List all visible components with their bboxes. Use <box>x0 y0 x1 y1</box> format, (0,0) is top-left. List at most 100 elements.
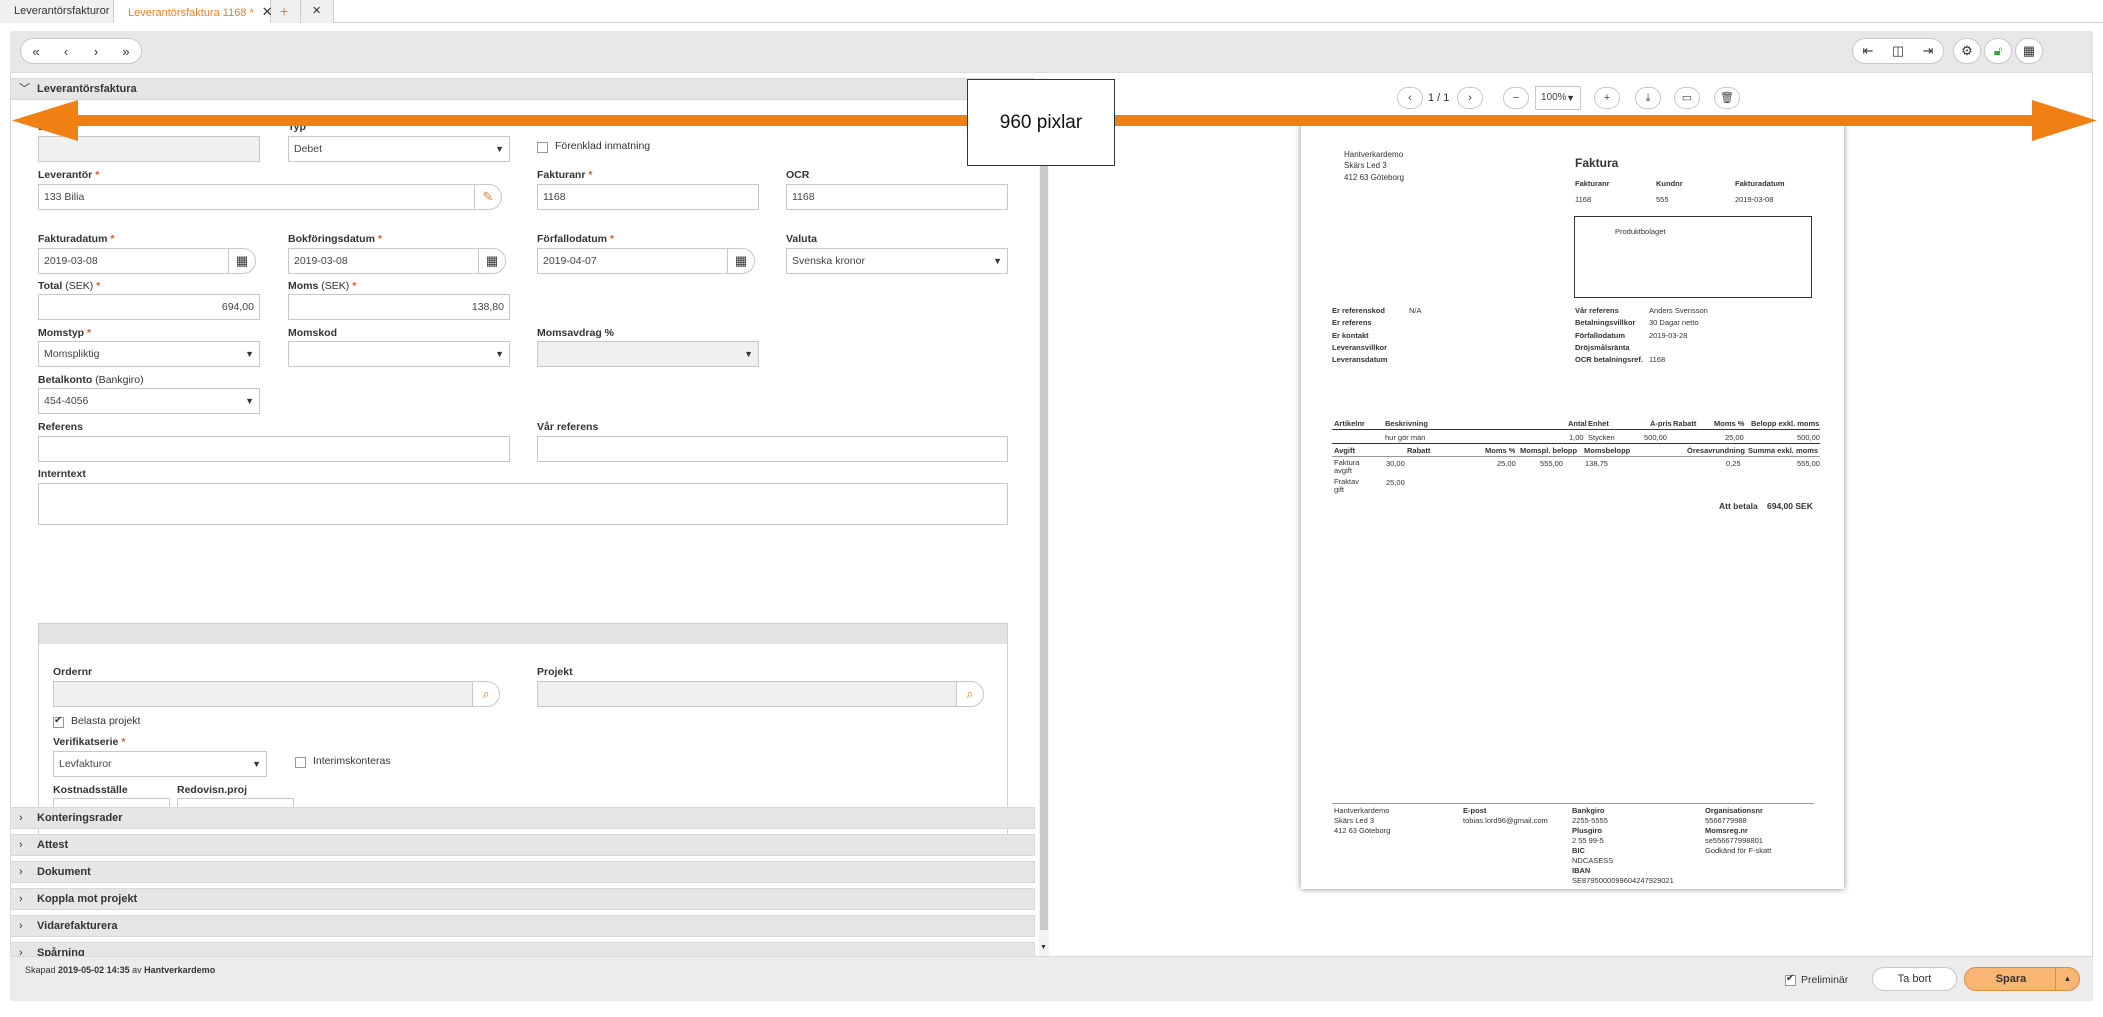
momskod-select[interactable]: ▼ <box>288 341 510 367</box>
label-text: Moms <box>288 280 319 292</box>
valuta-select[interactable]: Svenska kronor ▼ <box>786 248 1008 274</box>
delete-button[interactable]: Ta bort <box>1872 967 1957 991</box>
invoice-preview: Hantverkardemo Skärs Led 3 412 63 Götebo… <box>1301 124 1844 889</box>
momsavdrag-select: ▼ <box>537 341 759 367</box>
fee-cell: Faktura avgift <box>1334 458 1360 475</box>
calendar-icon[interactable]: ▦ <box>228 248 256 274</box>
fakturadatum-label: Fakturadatum * <box>38 233 114 245</box>
ocr-field[interactable]: 1168 <box>786 184 1008 210</box>
collapse-left-icon[interactable]: ⇤ <box>1853 43 1883 59</box>
caret-down-icon: ▼ <box>252 759 261 769</box>
lock-icon[interactable]: 🔓︎ <box>1984 38 2012 64</box>
foot-label: E-post <box>1463 806 1487 815</box>
building-icon[interactable]: ▦ <box>2015 38 2043 64</box>
var-referens-field[interactable] <box>537 436 1008 462</box>
kostnadsstalle-label: Kostnadsställe <box>53 784 128 796</box>
scroll-down-icon[interactable]: ▼ <box>1040 944 1047 951</box>
total-due-label: Att betala <box>1719 501 1758 511</box>
fakturanr-field[interactable]: 1168 <box>537 184 759 210</box>
ref-label: OCR betalningsref. <box>1575 355 1643 364</box>
total-due-value: 694,00 SEK <box>1767 501 1813 511</box>
ref-value: 1168 <box>1649 355 1666 364</box>
col-header: Belopp exkl. moms <box>1751 419 1820 428</box>
fee-header: Öresavrundning <box>1687 446 1745 455</box>
section-koppla-mot-projekt[interactable]: › Koppla mot projekt <box>10 888 1035 910</box>
invoice-form-panel: ﹀Leverantörsfaktura Löpnr Typ Debet▼ För… <box>10 78 1035 958</box>
ref-label: Leveransvillkor <box>1332 343 1388 352</box>
first-record-icon[interactable]: « <box>21 44 51 59</box>
foot-label: Plusgiro <box>1572 826 1603 835</box>
fee-cell: 0,25 <box>1726 459 1741 468</box>
section-dokument[interactable]: › Dokument <box>10 861 1035 883</box>
referens-label: Referens <box>38 421 83 433</box>
ocr-label: OCR <box>786 169 810 181</box>
calendar-icon[interactable]: ▦ <box>727 248 755 274</box>
required-marker: * <box>96 280 101 292</box>
foot-text: 2 55 99-5 <box>1572 836 1604 845</box>
verifikatserie-select[interactable]: Levfakturor ▼ <box>53 751 267 777</box>
section-title: Konteringsrader <box>37 812 123 824</box>
preliminar-checkbox[interactable] <box>1785 973 1796 986</box>
gear-icon[interactable]: ⚙ <box>1953 38 1981 64</box>
label-text: Fakturadatum <box>38 233 108 245</box>
var-referens-label: Vår referens <box>537 421 599 433</box>
foot-text: NDCASESS <box>1572 856 1614 865</box>
ref-label: Er referens <box>1332 318 1372 327</box>
caret-down-icon: ▼ <box>744 349 753 359</box>
belasta-projekt-checkbox[interactable] <box>53 715 64 728</box>
belasta-projekt-label: Belasta projekt <box>71 715 141 727</box>
recipient-name: Produktbolaget <box>1615 227 1666 236</box>
tab-leverantorsfaktura-1168[interactable]: Leverantörsfaktura 1168 * ✕ <box>114 0 273 23</box>
section-konteringsrader[interactable]: › Konteringsrader <box>10 807 1035 829</box>
close-all-tabs-button[interactable]: ✕ <box>301 0 334 23</box>
interntext-textarea[interactable] <box>38 483 1008 525</box>
row-cell: 500,00 <box>1797 433 1820 442</box>
verifikatserie-value: Levfakturor <box>59 758 112 770</box>
search-icon[interactable]: ⌕ <box>472 681 500 707</box>
collapse-right-icon[interactable]: ⇥ <box>1913 43 1943 59</box>
next-record-icon[interactable]: › <box>81 44 111 59</box>
hdr-kundnr-value: 555 <box>1656 195 1669 204</box>
fakturadatum-field[interactable]: 2019-03-08 <box>38 248 230 274</box>
col-header: Antal <box>1568 419 1587 428</box>
betalkonto-select[interactable]: 454-4056 ▼ <box>38 388 260 414</box>
foot-text: Hantverkardemo <box>1334 806 1390 815</box>
calendar-icon[interactable]: ▦ <box>478 248 506 274</box>
ref-value: N/A <box>1409 306 1422 315</box>
fee-header: Rabatt <box>1407 446 1431 455</box>
section-title: Dokument <box>37 866 91 878</box>
new-tab-button[interactable]: + <box>271 0 301 23</box>
momstyp-label: Momstyp * <box>38 327 91 339</box>
close-icon: ✕ <box>312 5 322 17</box>
referens-field[interactable] <box>38 436 510 462</box>
search-icon[interactable]: ⌕ <box>956 681 984 707</box>
total-field[interactable]: 694,00 <box>38 294 260 320</box>
interimskonteras-checkbox[interactable] <box>295 757 306 768</box>
section-vidarefakturera[interactable]: › Vidarefakturera <box>10 915 1035 937</box>
foot-label: IBAN <box>1572 866 1591 875</box>
section-attest[interactable]: › Attest <box>10 834 1035 856</box>
split-view-icon[interactable]: ◫ <box>1883 43 1913 59</box>
scrollbar-thumb[interactable] <box>1040 160 1048 930</box>
subsection-header <box>39 624 1007 644</box>
required-marker: * <box>110 233 115 245</box>
section-title: Attest <box>37 839 69 851</box>
save-button[interactable]: Spara <box>1965 968 2057 990</box>
label-text: Leverantör <box>38 169 93 181</box>
valuta-label: Valuta <box>786 233 817 245</box>
required-marker: * <box>609 233 615 245</box>
caret-up-icon[interactable]: ▲ <box>2055 968 2079 990</box>
bokforingsdatum-field[interactable]: 2019-03-08 <box>288 248 480 274</box>
save-button-group: Spara ▲ <box>1964 967 2080 991</box>
momstyp-select[interactable]: Momspliktig ▼ <box>38 341 260 367</box>
tab-leverantorsfakturor[interactable]: Leverantörsfakturor <box>0 0 114 23</box>
leverantor-field[interactable]: 133 Bilia <box>38 184 484 210</box>
label-text: Verifikatserie <box>53 736 119 748</box>
col-header: Artikelnr <box>1334 419 1365 428</box>
plus-icon: + <box>280 3 289 19</box>
previous-record-icon[interactable]: ‹ <box>51 44 81 59</box>
edit-pencil-icon[interactable]: ✎ <box>474 184 502 210</box>
moms-field[interactable]: 138,80 <box>288 294 510 320</box>
forfallodatum-field[interactable]: 2019-04-07 <box>537 248 729 274</box>
last-record-icon[interactable]: » <box>111 44 141 59</box>
